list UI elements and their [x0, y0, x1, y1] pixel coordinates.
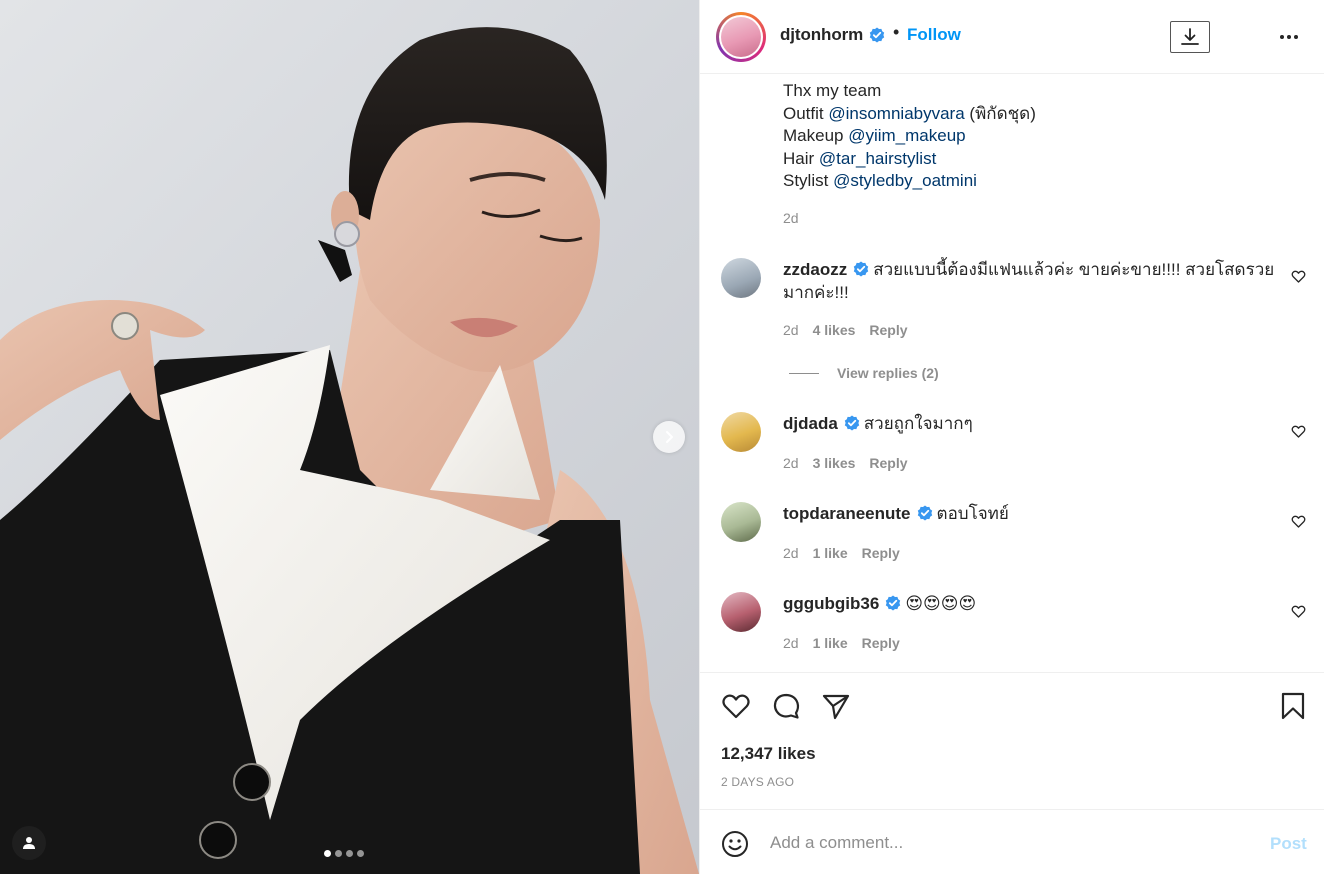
commenter-username[interactable]: djdada — [783, 414, 838, 433]
caption-text: Hair — [783, 148, 819, 168]
caption-text: Thx my team — [783, 81, 882, 100]
user-tag-icon — [23, 837, 35, 849]
download-icon — [1181, 28, 1199, 45]
reply-button[interactable]: Reply — [869, 455, 907, 471]
verified-badge-icon — [844, 415, 859, 431]
like-count[interactable]: 12,347 likes — [721, 744, 816, 764]
commenter-username[interactable]: gggubgib36 — [783, 594, 879, 613]
comment-text: ตอบโจทย์ — [936, 504, 1009, 523]
commenter-username[interactable]: zzdaozz — [783, 260, 847, 279]
caption-text: Stylist — [783, 171, 834, 191]
caption-text: Makeup — [783, 126, 849, 146]
next-slide-button[interactable] — [653, 421, 685, 453]
caption-time: 2d — [783, 210, 799, 226]
comment-like-button[interactable] — [1291, 269, 1306, 289]
carousel-dot — [346, 850, 353, 857]
author-avatar[interactable] — [716, 12, 766, 62]
post-comment-button[interactable]: Post — [1270, 834, 1307, 854]
reply-button[interactable]: Reply — [862, 545, 900, 561]
commenter-avatar[interactable] — [721, 412, 761, 452]
comment-time[interactable]: 2d — [783, 635, 799, 651]
header-separator: • — [893, 22, 900, 42]
commenter-avatar[interactable] — [721, 502, 761, 542]
post-photo — [0, 27, 699, 874]
view-replies-button[interactable]: View replies (2) — [789, 365, 939, 381]
comment-time[interactable]: 2d — [783, 455, 799, 471]
caption-line: Thx my team — [783, 80, 1036, 103]
comment-body: zzdaozz สวยแบบนี้ต้องมีแฟนแล้วค่ะ ขายค่ะข… — [783, 259, 1283, 304]
post-caption: Thx my team Outfit @insomniabyvara (พิกัด… — [783, 80, 1036, 193]
comment-body: topdaraneenute ตอบโจทย์ — [783, 503, 1283, 526]
comment-like-count[interactable]: 3 likes — [813, 455, 856, 471]
follow-button[interactable]: Follow — [907, 25, 961, 45]
post-date[interactable]: 2 DAYS AGO — [721, 775, 794, 789]
comment-icon[interactable] — [771, 691, 801, 721]
heart-icon[interactable] — [721, 691, 751, 721]
caption-mention-link[interactable]: @tar_hairstylist — [819, 149, 936, 168]
bookmark-icon[interactable] — [1278, 691, 1308, 721]
reply-button[interactable]: Reply — [869, 322, 907, 338]
comment-like-count[interactable]: 4 likes — [813, 322, 856, 338]
caption-line: Stylist @styledby_oatmini — [783, 170, 1036, 193]
commenter-avatar[interactable] — [721, 592, 761, 632]
comment-like-count[interactable]: 1 like — [813, 635, 848, 651]
comment-time[interactable]: 2d — [783, 545, 799, 561]
carousel-indicator — [324, 850, 364, 857]
comment-like-icon — [1291, 425, 1306, 438]
emoji-icon[interactable] — [721, 830, 749, 858]
comment-meta: 2d 3 likes Reply — [783, 455, 908, 471]
commenter-avatar[interactable] — [721, 258, 761, 298]
tagged-users-button[interactable] — [12, 826, 46, 860]
caption-line: Hair @tar_hairstylist — [783, 148, 1036, 171]
carousel-dot — [324, 850, 331, 857]
comment-like-button[interactable] — [1291, 514, 1306, 534]
view-replies-label: View replies (2) — [837, 365, 939, 381]
comment-meta: 2d 1 like Reply — [783, 545, 900, 561]
caption-mention-link[interactable]: @insomniabyvara — [828, 104, 964, 123]
comment-body: gggubgib36 😍😍😍😍 — [783, 593, 1283, 616]
reply-button[interactable]: Reply — [862, 635, 900, 651]
comment-like-icon — [1291, 270, 1306, 283]
post-panel: djtonhorm • Follow Thx my team Outfit @in… — [699, 0, 1324, 874]
comment-like-count[interactable]: 1 like — [813, 545, 848, 561]
comment-like-icon — [1291, 605, 1306, 618]
caption-mention-link[interactable]: @yiim_makeup — [848, 126, 965, 145]
verified-badge-icon — [917, 505, 932, 521]
comment-input[interactable] — [770, 831, 1240, 855]
caption-line: Makeup @yiim_makeup — [783, 125, 1036, 148]
comment-meta: 2d 4 likes Reply — [783, 322, 908, 338]
comment-text: 😍😍😍😍 — [905, 594, 977, 613]
caption-mention-link[interactable]: @styledby_oatmini — [833, 171, 977, 190]
verified-badge-icon — [869, 27, 885, 43]
carousel-dot — [357, 850, 364, 857]
comment-like-icon — [1291, 515, 1306, 528]
comment-text: สวยถูกใจมากๆ — [863, 414, 973, 433]
more-options-icon[interactable] — [1278, 26, 1300, 48]
verified-badge-icon — [854, 261, 869, 277]
caption-text: (พิกัดชุด) — [964, 103, 1036, 123]
comment-like-button[interactable] — [1291, 604, 1306, 624]
download-button[interactable] — [1170, 21, 1210, 53]
carousel-dot — [335, 850, 342, 857]
comment-meta: 2d 1 like Reply — [783, 635, 900, 651]
comment-like-button[interactable] — [1291, 424, 1306, 444]
author-username[interactable]: djtonhorm — [780, 25, 863, 45]
chevron-right-icon — [666, 431, 673, 443]
verified-badge-icon — [886, 595, 901, 611]
comment-time[interactable]: 2d — [783, 322, 799, 338]
post-media[interactable] — [0, 0, 699, 874]
post-header: djtonhorm • Follow — [700, 0, 1324, 74]
share-icon[interactable] — [821, 691, 851, 721]
comment-body: djdada สวยถูกใจมากๆ — [783, 413, 1283, 436]
caption-text: Outfit — [783, 103, 829, 123]
post-actions: 12,347 likes 2 DAYS AGO — [700, 672, 1324, 810]
commenter-username[interactable]: topdaraneenute — [783, 504, 911, 523]
caption-line: Outfit @insomniabyvara (พิกัดชุด) — [783, 103, 1036, 126]
add-comment-bar: Post — [700, 811, 1324, 874]
